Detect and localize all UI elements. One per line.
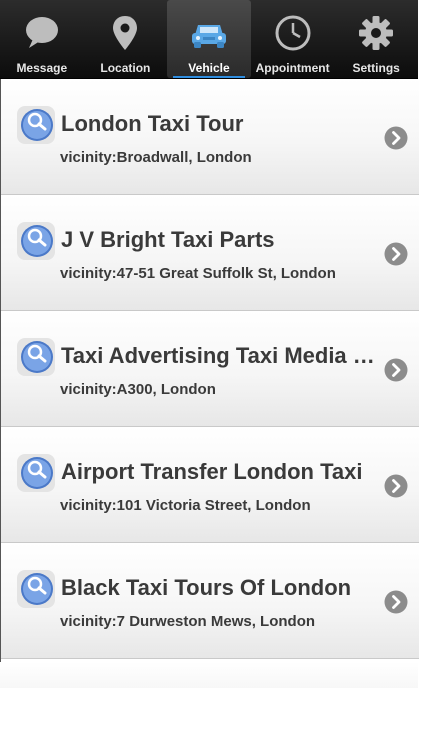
search-icon	[17, 454, 55, 492]
item-title: Taxi Advertising Taxi Media L...	[61, 343, 379, 368]
location-pin-icon	[105, 13, 145, 53]
list-item[interactable]: London Taxi Tour vicinity:Broadwall, Lon…	[1, 79, 419, 195]
item-title: Black Taxi Tours Of London	[61, 575, 352, 600]
chevron-right-icon[interactable]	[384, 590, 408, 614]
tab-label: Vehicle	[188, 61, 230, 75]
tab-settings[interactable]: Settings	[334, 0, 418, 78]
tab-label: Appointment	[255, 61, 330, 75]
car-icon	[189, 13, 229, 53]
chevron-right-icon[interactable]	[384, 242, 408, 266]
tab-vehicle[interactable]: Vehicle	[167, 0, 251, 78]
tab-label: Message	[16, 61, 68, 75]
item-vicinity: vicinity:Broadwall, London	[60, 149, 252, 166]
speech-bubble-icon	[22, 13, 62, 53]
tab-location[interactable]: Location	[84, 0, 168, 78]
search-icon	[17, 106, 55, 144]
list-footer	[0, 662, 418, 688]
list-item[interactable]: Black Taxi Tours Of London vicinity:7 Du…	[1, 543, 419, 659]
tab-appointment[interactable]: Appointment	[251, 0, 335, 78]
list-item[interactable]: Airport Transfer London Taxi vicinity:10…	[1, 427, 419, 543]
tab-bar: Message Location Vehicle Appointment Set…	[0, 0, 418, 79]
tab-label: Location	[100, 61, 151, 75]
item-title: J V Bright Taxi Parts	[61, 227, 275, 252]
item-title: London Taxi Tour	[61, 111, 244, 136]
clock-icon	[273, 13, 313, 53]
item-vicinity: vicinity:A300, London	[60, 381, 216, 398]
item-vicinity: vicinity:7 Durweston Mews, London	[60, 613, 316, 630]
chevron-right-icon[interactable]	[384, 358, 408, 382]
search-icon	[17, 570, 55, 608]
item-vicinity: vicinity:101 Victoria Street, London	[60, 497, 311, 514]
chevron-right-icon[interactable]	[384, 126, 408, 150]
results-list: London Taxi Tour vicinity:Broadwall, Lon…	[0, 79, 419, 662]
tab-message[interactable]: Message	[0, 0, 84, 78]
list-item[interactable]: Taxi Advertising Taxi Media L... vicinit…	[1, 311, 419, 427]
chevron-right-icon[interactable]	[384, 474, 408, 498]
search-icon	[17, 222, 55, 260]
item-vicinity: vicinity:47-51 Great Suffolk St, London	[60, 265, 336, 282]
search-icon	[17, 338, 55, 376]
list-item[interactable]: J V Bright Taxi Parts vicinity:47-51 Gre…	[1, 195, 419, 311]
item-title: Airport Transfer London Taxi	[61, 459, 363, 484]
tab-label: Settings	[352, 61, 400, 75]
active-tab-indicator	[173, 76, 245, 78]
gear-icon	[356, 13, 396, 53]
